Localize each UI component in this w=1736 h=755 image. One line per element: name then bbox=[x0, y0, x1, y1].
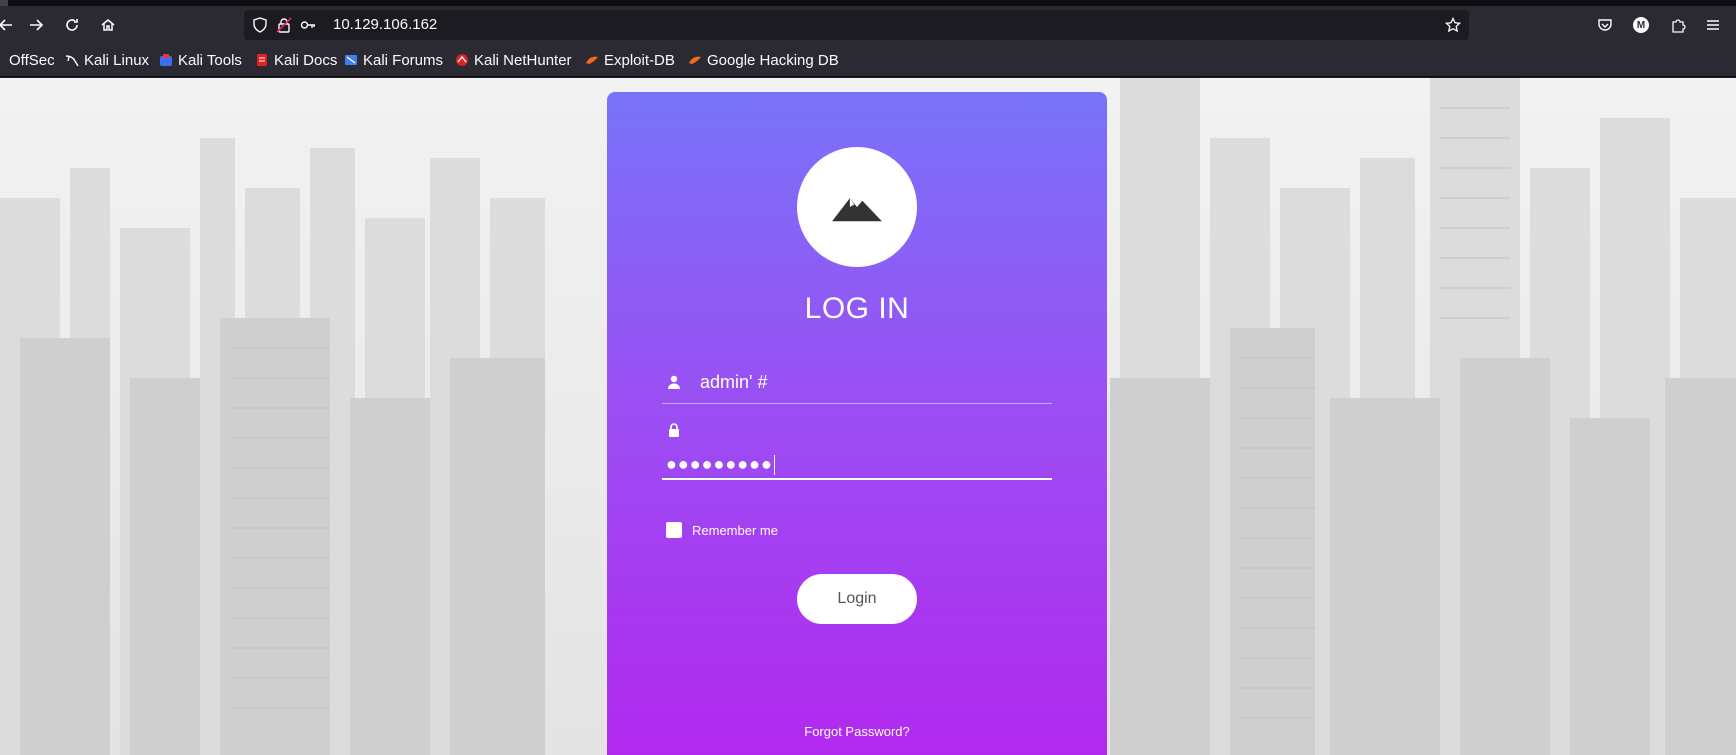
bookmark-label: Kali Tools bbox=[178, 51, 242, 69]
user-icon bbox=[668, 375, 680, 389]
url-bar[interactable]: 10.129.106.162 bbox=[244, 10, 1469, 40]
bookmark-kali-tools[interactable]: Kali Tools bbox=[159, 50, 242, 70]
shield-icon[interactable] bbox=[252, 17, 268, 33]
bookmark-label: Exploit-DB bbox=[604, 51, 675, 69]
text-caret bbox=[773, 455, 775, 476]
insecure-lock-icon[interactable] bbox=[276, 17, 292, 33]
exploit-db-icon bbox=[586, 56, 598, 64]
key-icon[interactable] bbox=[300, 17, 316, 33]
login-card: LOG IN admin' # ●●●●●●●●● Remember me Lo… bbox=[607, 92, 1107, 755]
menu-icon[interactable] bbox=[1703, 15, 1723, 35]
username-field[interactable]: admin' # bbox=[662, 372, 1052, 404]
bookmark-label: Kali Docs bbox=[274, 51, 338, 69]
account-initial: M bbox=[1633, 17, 1649, 33]
remember-label[interactable]: Remember me bbox=[692, 523, 778, 538]
bookmark-kali-forums[interactable]: Kali Forums bbox=[344, 50, 443, 70]
kali-docs-icon bbox=[257, 54, 267, 66]
bookmark-star-icon[interactable] bbox=[1445, 17, 1461, 33]
mountain-icon bbox=[832, 198, 882, 222]
url-text[interactable]: 10.129.106.162 bbox=[333, 16, 437, 33]
password-field[interactable]: ●●●●●●●●● bbox=[662, 422, 1052, 480]
bookmark-offsec[interactable]: OffSec bbox=[0, 50, 55, 70]
kali-tools-icon bbox=[160, 54, 172, 66]
offsec-icon bbox=[0, 53, 4, 67]
forgot-password-link[interactable]: Forgot Password? bbox=[607, 724, 1107, 739]
page-viewport: LOG IN admin' # ●●●●●●●●● Remember me Lo… bbox=[0, 78, 1736, 755]
lock-icon bbox=[669, 423, 679, 437]
pocket-icon[interactable] bbox=[1595, 15, 1615, 35]
bookmark-exploit-db[interactable]: Exploit-DB bbox=[585, 50, 675, 70]
login-button[interactable]: Login bbox=[797, 574, 917, 624]
bookmark-label: OffSec bbox=[9, 51, 55, 69]
forward-icon[interactable] bbox=[22, 11, 50, 39]
bookmark-kali-nethunter[interactable]: Kali NetHunter bbox=[455, 50, 572, 70]
remember-row: Remember me bbox=[666, 522, 778, 538]
bookmarks-toolbar: OffSec Kali Linux Kali Tools Kali Docs K… bbox=[0, 44, 1736, 77]
bookmark-kali-docs[interactable]: Kali Docs bbox=[255, 50, 337, 70]
bookmark-label: Kali Linux bbox=[84, 51, 150, 69]
bookmark-kali-linux[interactable]: Kali Linux bbox=[65, 50, 149, 70]
ghdb-icon bbox=[689, 56, 701, 64]
password-mask: ●●●●●●●●● bbox=[666, 454, 773, 474]
extensions-icon[interactable] bbox=[1668, 15, 1688, 35]
bookmark-google-hacking-db[interactable]: Google Hacking DB bbox=[688, 50, 839, 70]
remember-checkbox[interactable] bbox=[666, 522, 682, 538]
back-icon[interactable] bbox=[0, 11, 20, 39]
kali-forums-icon bbox=[345, 55, 357, 65]
bookmark-label: Kali Forums bbox=[363, 51, 444, 69]
kali-dragon-icon bbox=[65, 55, 79, 67]
reload-icon[interactable] bbox=[58, 11, 86, 39]
password-input[interactable]: ●●●●●●●●● bbox=[666, 454, 775, 476]
home-icon[interactable] bbox=[94, 11, 122, 39]
logo-circle bbox=[797, 147, 917, 267]
nav-toolbar: 10.129.106.162 M bbox=[0, 6, 1736, 44]
account-avatar[interactable]: M bbox=[1631, 15, 1651, 35]
bookmark-label: Kali NetHunter bbox=[474, 51, 572, 69]
login-title: LOG IN bbox=[804, 292, 910, 325]
bookmark-label: Google Hacking DB bbox=[707, 51, 839, 69]
nethunter-icon bbox=[456, 54, 468, 66]
username-input[interactable]: admin' # bbox=[700, 372, 767, 393]
